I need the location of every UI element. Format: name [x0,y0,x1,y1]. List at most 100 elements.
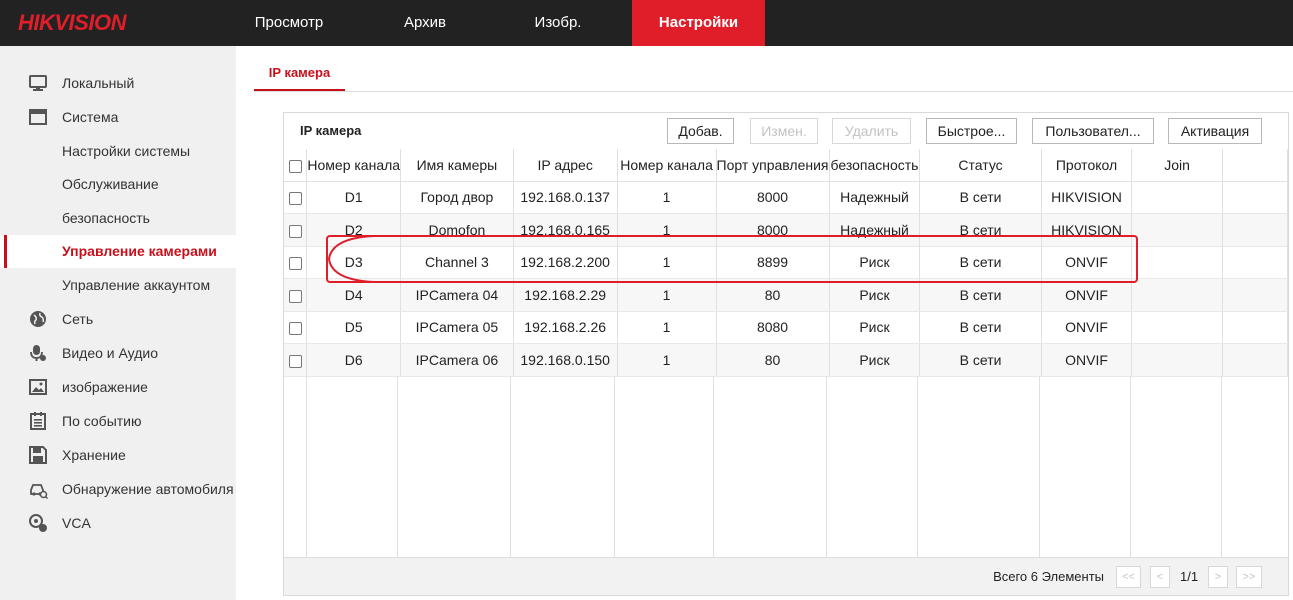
column-header: Порт управления [716,149,830,182]
table-cell: 192.168.2.200 [513,246,618,279]
table-cell: В сети [919,278,1042,312]
vca-icon [27,512,49,534]
activate-button[interactable]: Активация [1168,118,1262,144]
table-cell: 192.168.0.165 [513,213,618,247]
table-cell: Domofon [400,213,514,247]
row-select-cell[interactable] [284,181,308,214]
row-checkbox[interactable] [288,354,302,368]
sidebar-item-storage[interactable]: Хранение [0,438,236,472]
table-row[interactable]: D1 Город двор 192.168.0.137 1 8000 Надежный В … [284,181,1289,214]
table-row[interactable]: D3 Channel 3 192.168.2.200 1 8899 Риск В сети O… [284,246,1289,279]
nav-live-view[interactable]: Просмотр [212,0,366,46]
sidebar-item-label: Обслуживание [62,176,159,193]
table-cell: Риск [829,246,921,279]
sidebar-item-account-management[interactable]: Управление аккаунтом [0,268,236,302]
save-icon [27,444,49,466]
globe-icon [27,308,49,330]
table-cell [1131,343,1223,377]
table-cell: 1 [617,278,717,312]
table-row[interactable]: D4 IPCamera 04 192.168.2.29 1 80 Риск В сети ON… [284,278,1289,312]
row-checkbox[interactable] [288,322,302,336]
table-cell: Риск [829,278,921,312]
sidebar-item-network[interactable]: Сеть [0,302,236,336]
sidebar-item-label: По событию [62,412,142,429]
table-cell: 8080 [716,311,830,344]
table-cell: 1 [617,343,717,377]
row-select-cell[interactable] [284,213,308,247]
sidebar-item-camera-management[interactable]: Управление камерами [0,234,236,268]
mic-icon [27,342,49,364]
delete-button[interactable]: Удалить [832,118,911,144]
column-header: Join [1131,149,1223,182]
sidebar-item-system[interactable]: Система [0,100,236,134]
sidebar-item-event[interactable]: По событию [0,404,236,438]
table-cell: В сети [919,246,1042,279]
table-header-row: Номер канала Имя камеры IP адрес Номер к… [284,149,1289,182]
table-row[interactable]: D6 IPCamera 06 192.168.0.150 1 80 Риск В сети O… [284,343,1289,377]
next-page-button[interactable]: > [1208,566,1228,588]
table-cell [1131,311,1223,344]
column-header: Номер канала [306,149,402,182]
sidebar-item-label: безопасность [62,209,150,226]
sidebar-item-image[interactable]: изображение [0,370,236,404]
window-icon [27,106,49,128]
sidebar-item-label: Обнаружение автомобиля [62,480,234,497]
quick-add-button[interactable]: Быстрое... [926,118,1017,144]
sidebar-item-maintenance[interactable]: Обслуживание [0,168,236,202]
row-select-cell[interactable] [284,311,308,344]
row-checkbox[interactable] [288,289,302,303]
table-cell [1131,213,1223,247]
table-cell: HIKVISION [1041,181,1133,214]
prev-page-button[interactable]: < [1150,566,1170,588]
table-cell: Channel 3 [400,246,514,279]
add-button[interactable]: Добав. [667,118,734,144]
table-row[interactable]: D2 Domofon 192.168.0.165 1 8000 Надежный В сет… [284,213,1289,247]
column-header: Статус [919,149,1042,182]
table-row[interactable]: D5 IPCamera 05 192.168.2.26 1 8080 Риск В сети… [284,311,1289,344]
sidebar-item-vca[interactable]: VCA [0,506,236,540]
row-checkbox[interactable] [288,224,302,238]
tab-ip-camera[interactable]: IP камера [254,56,345,91]
nav-playback[interactable]: Архив [366,0,484,46]
row-select-cell[interactable] [284,278,308,312]
sidebar-item-video-audio[interactable]: Видео и Аудио [0,336,236,370]
table-empty-area [284,376,1288,558]
last-page-button[interactable]: >> [1236,566,1262,588]
main-nav: Просмотр Архив Изобр. Настройки [212,0,765,46]
table-cell: Надежный [829,213,921,247]
sidebar-item-security[interactable]: безопасность [0,201,236,235]
row-select-cell[interactable] [284,343,308,377]
sidebar-item-label: Хранение [62,446,126,463]
first-page-button[interactable]: << [1116,566,1141,588]
table-cell: ONVIF [1041,311,1133,344]
select-all-checkbox[interactable] [288,159,302,173]
sidebar-item-local[interactable]: Локальный [0,66,236,100]
top-bar: HIKVISION Просмотр Архив Изобр. Настройк… [0,0,1293,46]
sidebar: Локальный Система Настройки системы Обсл… [0,46,236,600]
monitor-icon [27,72,49,94]
table-cell: В сети [919,311,1042,344]
sidebar-item-label: Система [62,109,119,125]
edit-button[interactable]: Измен. [750,118,818,144]
nav-picture[interactable]: Изобр. [484,0,632,46]
sidebar-item-label: Сеть [62,310,94,327]
table-cell: 80 [716,278,830,312]
table-footer: Всего 6 Элементы << < 1/1 > >> [284,557,1288,595]
table-cell: 192.168.2.29 [513,278,618,312]
sidebar-item-system-settings[interactable]: Настройки системы [0,134,236,168]
custom-add-button[interactable]: Пользовател... [1032,118,1154,144]
table-cell-empty [1222,181,1289,214]
table-cell: D1 [306,181,402,214]
select-all-cell[interactable] [284,149,308,182]
row-checkbox[interactable] [288,192,302,206]
table-cell: D2 [306,213,402,247]
row-select-cell[interactable] [284,246,308,279]
table-cell: Риск [829,343,921,377]
sidebar-item-label: VCA [62,514,91,531]
table-cell: 192.168.2.26 [513,311,618,344]
column-header: Имя камеры [400,149,514,182]
total-count: Всего 6 Элементы [993,569,1104,584]
row-checkbox[interactable] [288,257,302,271]
sidebar-item-vehicle-detection[interactable]: Обнаружение автомобиля [0,472,236,506]
nav-configuration[interactable]: Настройки [632,0,765,46]
